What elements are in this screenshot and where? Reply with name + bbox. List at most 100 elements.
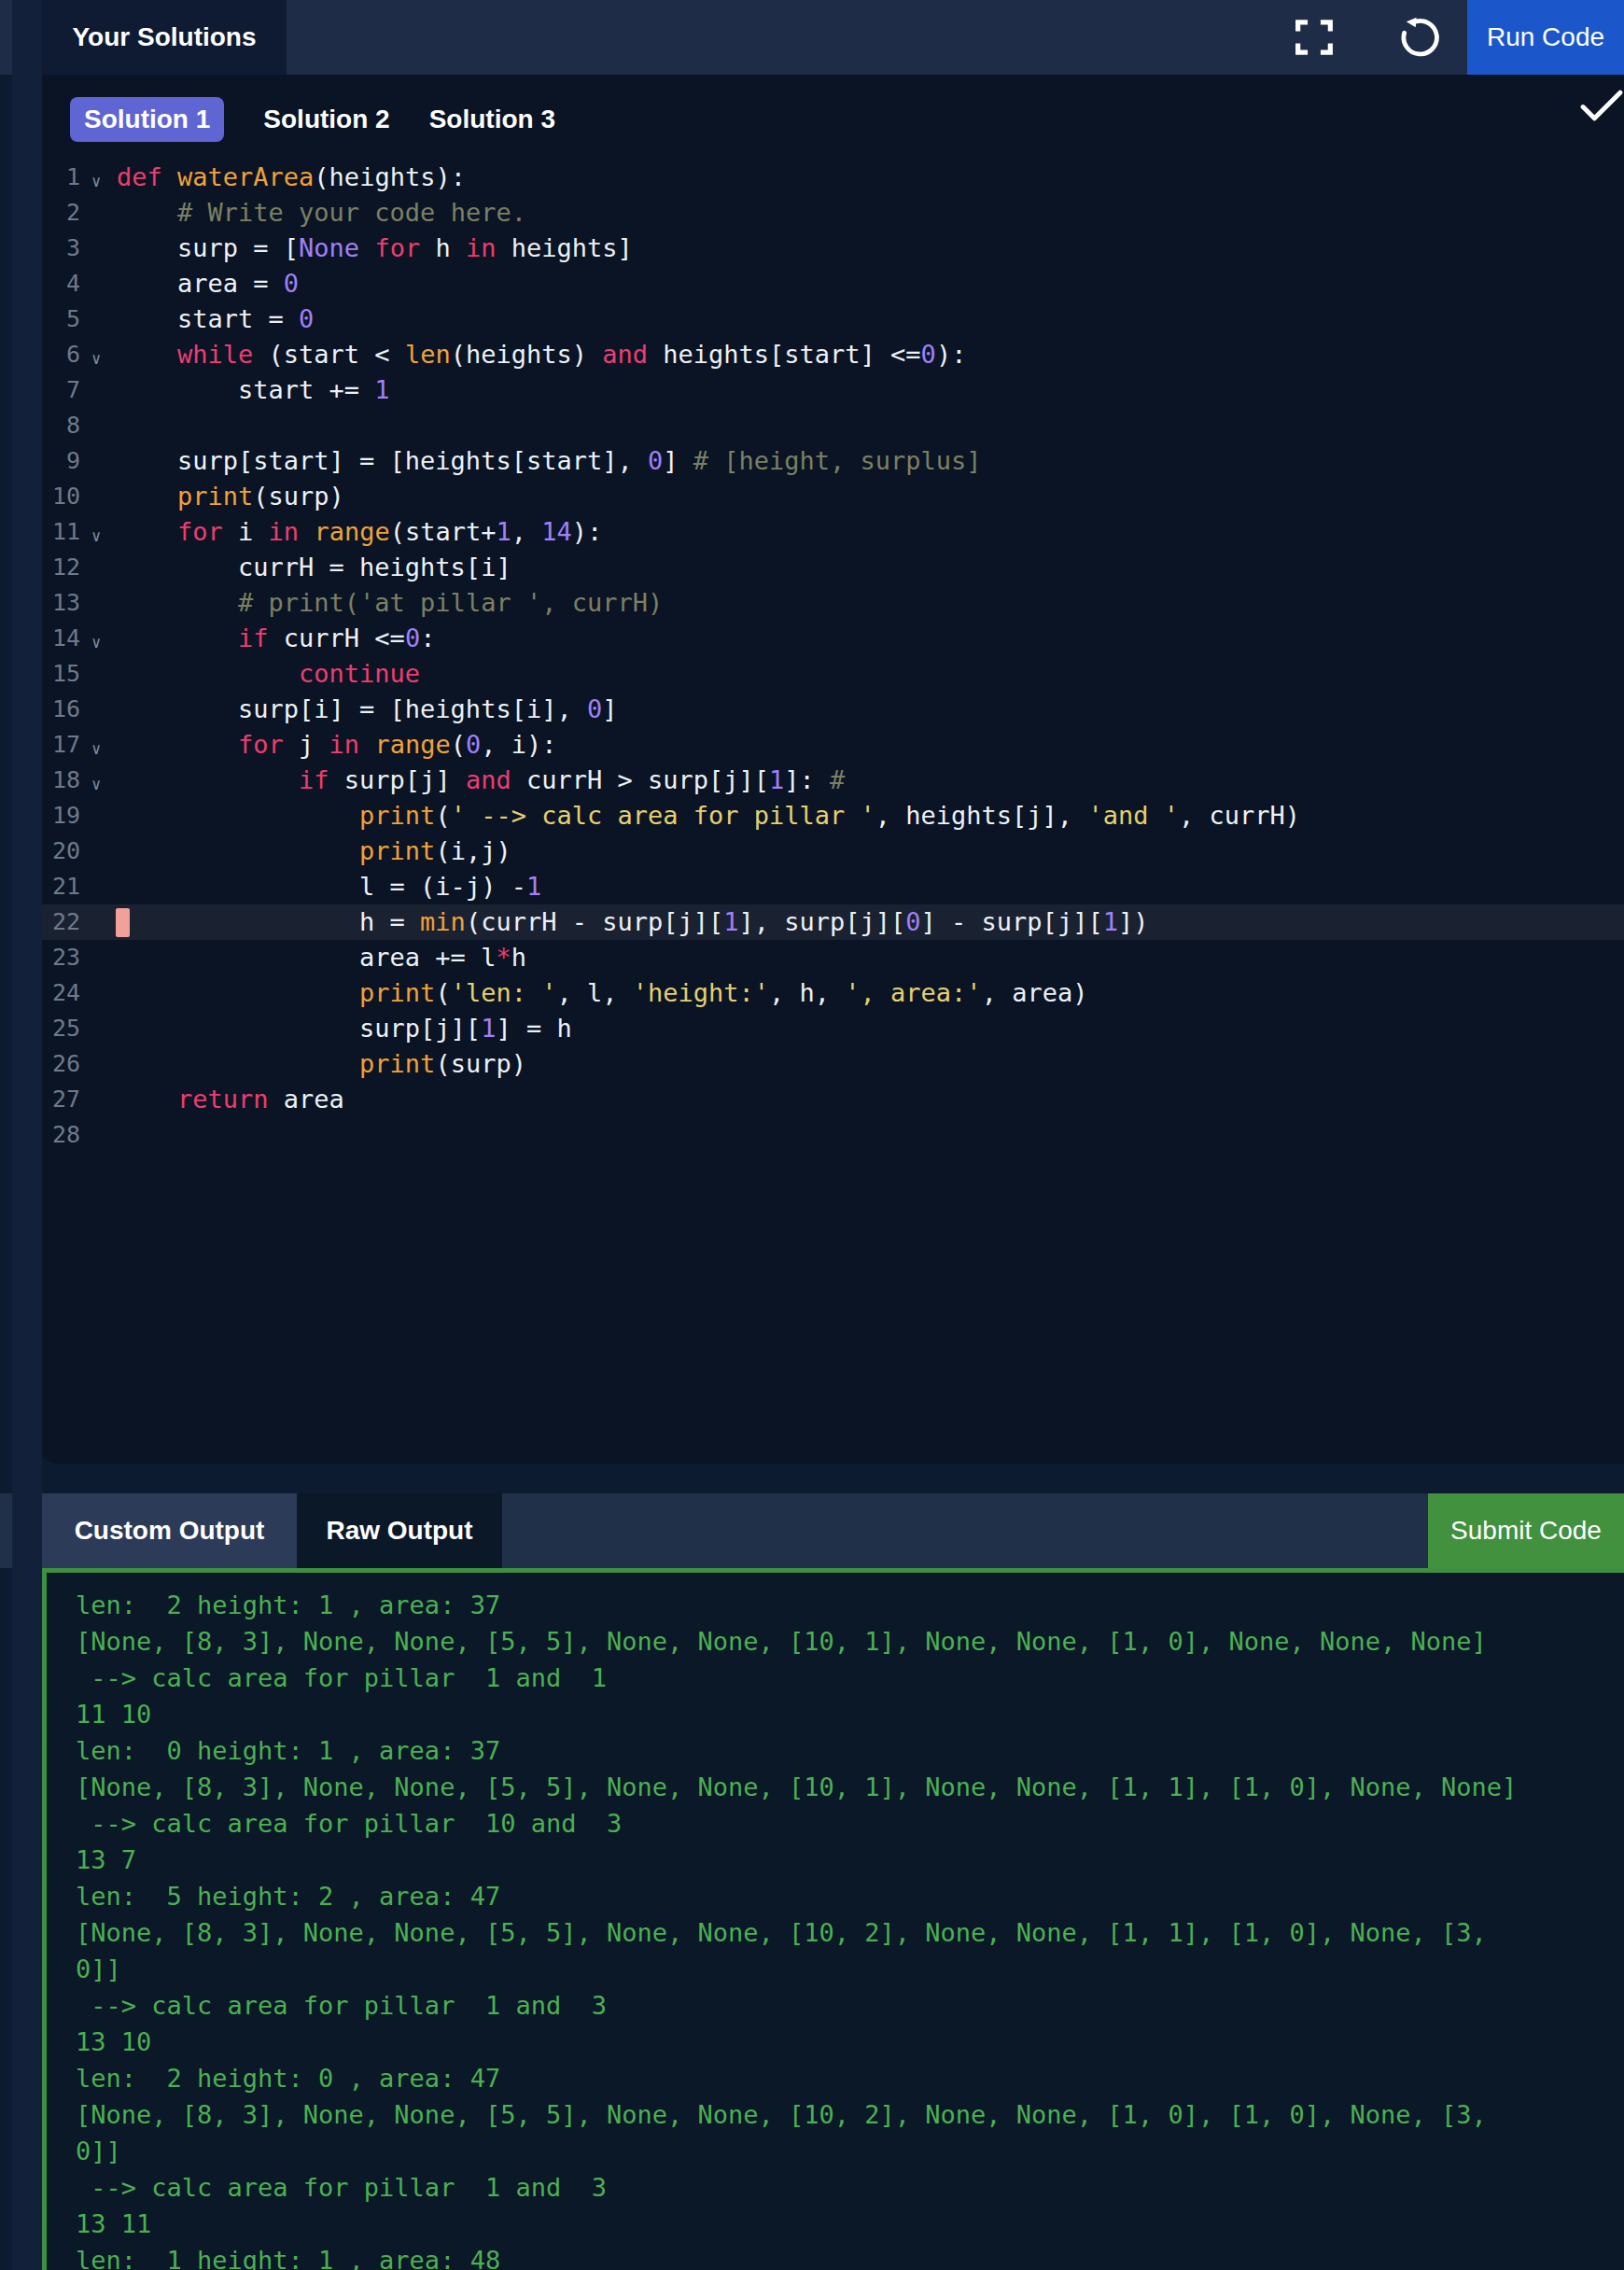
code-line-14[interactable]: 14∨ if currH <=0: [42, 621, 1624, 656]
console-line: len: 2 height: 1 , area: 37 [76, 1587, 1624, 1623]
code-text: # print('at pillar ', currH) [117, 585, 663, 621]
console-line: [None, [8, 3], None, None, [5, 5], None,… [76, 1769, 1624, 1805]
tab-raw-output[interactable]: Raw Output [297, 1493, 502, 1568]
line-number: 24 [42, 975, 80, 1011]
code-line-9[interactable]: 9 surp[start] = [heights[start], 0] # [h… [42, 443, 1624, 479]
code-text: surp[start] = [heights[start], 0] # [hei… [117, 443, 982, 479]
solution-passed-check-icon [1580, 88, 1623, 123]
fold-chevron-icon[interactable]: ∨ [80, 341, 117, 376]
fold-chevron-icon[interactable]: ∨ [80, 163, 117, 199]
fold-gutter [80, 553, 117, 589]
code-text: while (start < len(heights) and heights[… [117, 337, 966, 372]
code-area[interactable]: 1∨def waterArea(heights):2 # Write your … [42, 160, 1624, 1153]
raw-output-console[interactable]: len: 2 height: 1 , area: 37 [None, [8, 3]… [42, 1568, 1624, 2270]
code-line-23[interactable]: 23 area += l*h [42, 940, 1624, 975]
code-line-11[interactable]: 11∨ for i in range(start+1, 14): [42, 514, 1624, 550]
tab-solution-2[interactable]: Solution 2 [263, 105, 389, 134]
run-code-label: Run Code [1487, 22, 1604, 52]
line-number: 14 [42, 621, 80, 656]
code-line-22[interactable]: 22 h = min(currH - surp[j][1], surp[j][0… [42, 904, 1624, 940]
fold-gutter [80, 1050, 117, 1086]
top-bar: Your Solutions Run Code [0, 0, 1624, 75]
code-text: print('len: ', l, 'height:', h, ', area:… [117, 975, 1087, 1011]
fold-chevron-icon[interactable]: ∨ [80, 624, 117, 660]
code-line-21[interactable]: 21 l = (i-j) -1 [42, 869, 1624, 904]
tab-custom-output[interactable]: Custom Output [42, 1493, 297, 1568]
code-line-4[interactable]: 4 area = 0 [42, 266, 1624, 301]
code-text: if currH <=0: [117, 621, 435, 656]
code-text: area += l*h [117, 940, 526, 975]
code-text: print(' --> calc area for pillar ', heig… [117, 798, 1300, 834]
code-line-18[interactable]: 18∨ if surp[j] and currH > surp[j][1]: # [42, 763, 1624, 798]
fullscreen-icon[interactable] [1290, 13, 1338, 62]
code-line-7[interactable]: 7 start += 1 [42, 372, 1624, 408]
console-line: 13 11 [76, 2206, 1624, 2242]
line-number: 10 [42, 479, 80, 514]
fold-chevron-icon[interactable]: ∨ [80, 766, 117, 802]
line-number: 26 [42, 1046, 80, 1082]
line-number: 13 [42, 585, 80, 621]
code-text: return area [117, 1082, 344, 1117]
line-number: 25 [42, 1011, 80, 1046]
code-line-20[interactable]: 20 print(i,j) [42, 834, 1624, 869]
console-line: len: 1 height: 1 , area: 48 [76, 2242, 1624, 2270]
code-line-28[interactable]: 28 [42, 1117, 1624, 1153]
code-line-19[interactable]: 19 print(' --> calc area for pillar ', h… [42, 798, 1624, 834]
fold-gutter [80, 908, 117, 944]
solution-tabs: Solution 1 Solution 2 Solution 3 [70, 97, 555, 142]
code-line-2[interactable]: 2 # Write your code here. [42, 195, 1624, 231]
line-number: 20 [42, 834, 80, 869]
code-line-12[interactable]: 12 currH = heights[i] [42, 550, 1624, 585]
your-solutions-tab[interactable]: Your Solutions [42, 0, 287, 75]
console-line: 0]] [76, 2133, 1624, 2169]
line-number: 1 [42, 160, 80, 195]
output-tab-row: Custom Output Raw Output Submit Code [0, 1493, 1624, 1568]
code-line-5[interactable]: 5 start = 0 [42, 301, 1624, 337]
line-number: 28 [42, 1117, 80, 1153]
code-text: area = 0 [117, 266, 299, 301]
console-line: [None, [8, 3], None, None, [5, 5], None,… [76, 2096, 1624, 2133]
submit-code-button[interactable]: Submit Code [1428, 1493, 1624, 1568]
code-text: print(i,j) [117, 834, 511, 869]
code-line-27[interactable]: 27 return area [42, 1082, 1624, 1117]
fold-gutter [80, 660, 117, 695]
console-line: 0]] [76, 1951, 1624, 1987]
fold-chevron-icon[interactable]: ∨ [80, 731, 117, 766]
line-number: 23 [42, 940, 80, 975]
reset-code-icon[interactable] [1394, 13, 1443, 62]
code-text: # Write your code here. [117, 195, 526, 231]
line-number: 21 [42, 869, 80, 904]
code-line-6[interactable]: 6∨ while (start < len(heights) and heigh… [42, 337, 1624, 372]
code-text: l = (i-j) -1 [117, 869, 541, 904]
console-line: 13 10 [76, 2024, 1624, 2060]
code-line-17[interactable]: 17∨ for j in range(0, i): [42, 727, 1624, 763]
fold-gutter [80, 1015, 117, 1050]
run-code-button[interactable]: Run Code [1467, 0, 1624, 75]
code-line-26[interactable]: 26 print(surp) [42, 1046, 1624, 1082]
tab-solution-1[interactable]: Solution 1 [70, 97, 224, 142]
code-line-13[interactable]: 13 # print('at pillar ', currH) [42, 585, 1624, 621]
line-number: 17 [42, 727, 80, 763]
custom-output-label: Custom Output [75, 1516, 265, 1546]
console-line: len: 0 height: 1 , area: 37 [76, 1732, 1624, 1769]
line-number: 2 [42, 195, 80, 231]
code-line-10[interactable]: 10 print(surp) [42, 479, 1624, 514]
fold-gutter [80, 802, 117, 837]
code-line-3[interactable]: 3 surp = [None for h in heights] [42, 231, 1624, 266]
fold-chevron-icon[interactable]: ∨ [80, 518, 117, 553]
code-line-1[interactable]: 1∨def waterArea(heights): [42, 160, 1624, 195]
line-number: 12 [42, 550, 80, 585]
code-line-16[interactable]: 16 surp[i] = [heights[i], 0] [42, 692, 1624, 727]
tab-solution-3[interactable]: Solution 3 [429, 105, 555, 134]
fold-gutter [80, 1121, 117, 1156]
code-line-24[interactable]: 24 print('len: ', l, 'height:', h, ', ar… [42, 975, 1624, 1011]
submit-code-label: Submit Code [1450, 1516, 1602, 1546]
line-number: 18 [42, 763, 80, 798]
code-text: print(surp) [117, 479, 344, 514]
code-line-25[interactable]: 25 surp[j][1] = h [42, 1011, 1624, 1046]
code-line-8[interactable]: 8 [42, 408, 1624, 443]
code-text: def waterArea(heights): [117, 160, 466, 195]
code-line-15[interactable]: 15 continue [42, 656, 1624, 692]
raw-output-label: Raw Output [326, 1516, 472, 1546]
code-text: start += 1 [117, 372, 390, 408]
